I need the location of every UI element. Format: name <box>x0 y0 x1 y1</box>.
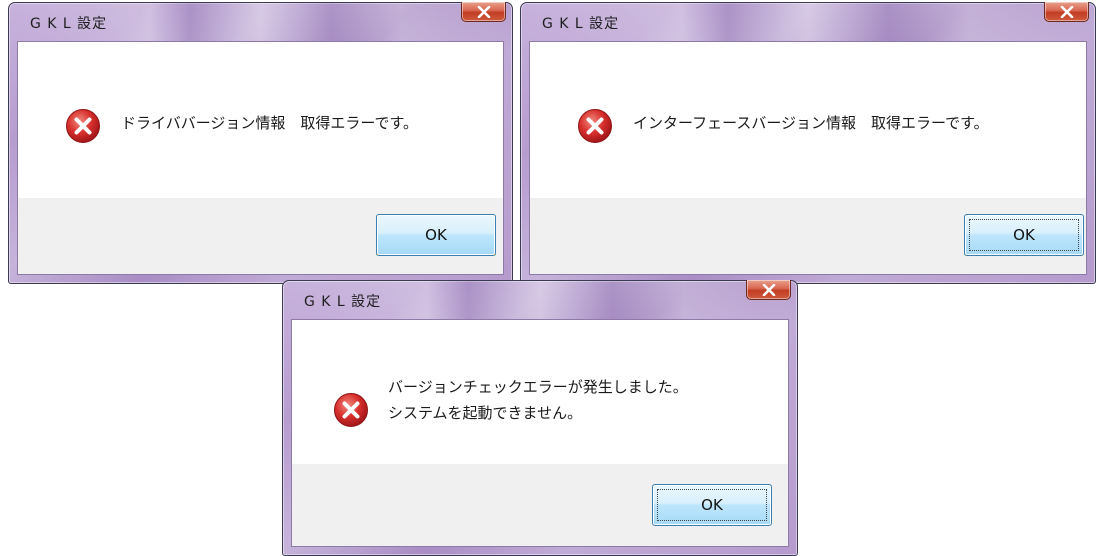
close-button[interactable] <box>461 2 506 22</box>
dialog-interface-version-error: G K L 設定 インターフェースバージョン情報 取得エラーです。 OK <box>520 2 1096 284</box>
focus-ring <box>657 489 767 521</box>
ok-button-label: OK <box>425 226 447 244</box>
title-bar[interactable]: G K L 設定 <box>283 280 797 319</box>
dialog-title: G K L 設定 <box>542 16 620 32</box>
close-button[interactable] <box>1044 2 1089 22</box>
message-line-1: ドライババージョン情報 取得エラーです。 <box>121 114 419 132</box>
message-line-2: システムを起動できません。 <box>388 404 583 422</box>
dialog-client: インターフェースバージョン情報 取得エラーです。 OK <box>529 41 1087 275</box>
close-icon <box>1060 5 1073 18</box>
close-icon <box>477 5 490 18</box>
message-line-1: インターフェースバージョン情報 取得エラーです。 <box>633 114 989 132</box>
message-area: ドライババージョン情報 取得エラーです。 <box>18 42 503 182</box>
focus-ring <box>969 219 1079 251</box>
close-button[interactable] <box>746 280 791 300</box>
message-line-1: バージョンチェックエラーが発生しました。 <box>388 378 688 396</box>
dialog-client: ドライババージョン情報 取得エラーです。 OK <box>17 41 504 275</box>
title-bar[interactable]: G K L 設定 <box>9 2 512 41</box>
button-area: OK <box>18 198 503 274</box>
message-text: バージョンチェックエラーが発生しました。 システムを起動できません。 <box>388 374 688 426</box>
dialog-title: G K L 設定 <box>304 294 382 310</box>
button-area: OK <box>292 464 788 546</box>
dialog-driver-version-error: G K L 設定 ドライババージョン情報 取得エラーです。 OK <box>8 2 513 284</box>
ok-button[interactable]: OK <box>964 214 1084 256</box>
message-text: ドライババージョン情報 取得エラーです。 <box>121 110 418 136</box>
ok-button[interactable]: OK <box>652 484 772 526</box>
ok-button[interactable]: OK <box>376 214 496 256</box>
error-icon <box>66 109 100 143</box>
error-icon <box>334 393 368 427</box>
dialog-title: G K L 設定 <box>30 16 108 32</box>
error-icon <box>578 109 612 143</box>
dialog-client: バージョンチェックエラーが発生しました。 システムを起動できません。 OK <box>291 319 789 547</box>
message-area: インターフェースバージョン情報 取得エラーです。 <box>530 42 1086 182</box>
message-text: インターフェースバージョン情報 取得エラーです。 <box>633 110 989 136</box>
dialog-version-check-error: G K L 設定 バージョンチェックエラーが発生しました。 システムを起動できま… <box>282 280 798 556</box>
close-icon <box>762 283 775 296</box>
button-area: OK <box>530 198 1086 274</box>
message-area: バージョンチェックエラーが発生しました。 システムを起動できません。 <box>292 320 788 460</box>
title-bar[interactable]: G K L 設定 <box>521 2 1095 41</box>
